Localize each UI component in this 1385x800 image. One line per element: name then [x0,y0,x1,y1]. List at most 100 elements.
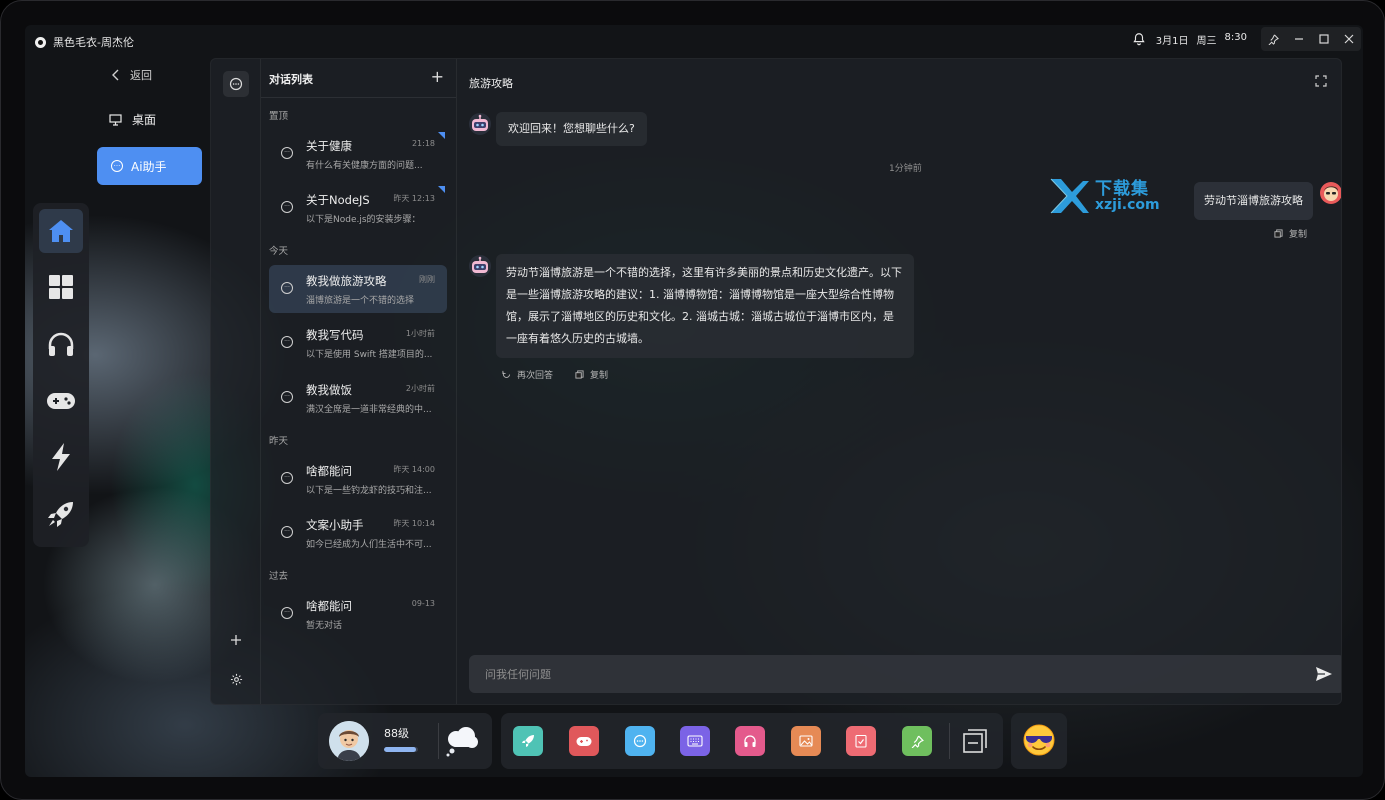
fullscreen-icon[interactable] [1315,75,1327,87]
home-icon[interactable] [39,209,83,253]
send-icon[interactable] [1315,666,1333,682]
copy-user-message-button[interactable]: 复制 [1274,227,1307,240]
user-level: 88级 [384,727,409,740]
back-button[interactable]: 返回 [111,67,152,83]
image-icon[interactable] [791,726,821,756]
conversation-snippet: 以下是Node.js的安装步骤： [306,215,421,225]
section-pinned: 置顶 [269,111,289,122]
now-playing[interactable]: 黑色毛衣-周杰伦 [35,34,134,50]
monitor-icon [109,113,122,126]
apps-grid-icon[interactable] [39,265,83,309]
minimize-icon[interactable] [1286,27,1311,51]
user-message-bubble: 劳动节淄博旅游攻略 [1194,182,1313,220]
chat-bubble-icon: ··· [281,336,293,348]
conversation-title: 啥都能问 [306,464,352,478]
settings-gear-icon[interactable] [223,666,249,692]
conversation-item[interactable]: ··· 啥都能问 昨天 14:00 以下是一些钓龙虾的技巧和注... [269,455,447,503]
screen: 黑色毛衣-周杰伦 3月1日 周三 8:30 返回 桌面 ··· Ai助手 对话列… [25,25,1363,777]
pinned-marker [438,186,445,193]
section-today: 今天 [269,246,289,257]
conversation-title: 关于健康 [306,139,352,153]
watermark-logo: 下载集 xzji.com [1047,177,1160,215]
headphones-icon[interactable] [39,322,83,366]
time: 8:30 [1224,31,1247,43]
watermark-cn: 下载集 [1095,178,1149,199]
conversation-snippet: 暂无对话 [306,621,343,631]
chat-input-bar [469,655,1341,693]
new-chat-plus-icon[interactable] [223,627,249,653]
level-progress-fill [384,747,417,752]
pinned-marker [438,132,445,139]
conversation-time: 刚刚 [419,275,435,284]
conversation-item[interactable]: ··· 关于NodeJS 昨天 12:13 以下是Node.js的安装步骤： [269,184,447,232]
avatar[interactable] [329,721,369,761]
conversation-item-active[interactable]: ··· 教我做旅游攻略 刚刚 淄博旅游是一个不错的选择 [269,265,447,313]
section-past: 过去 [269,571,289,582]
chat-bubble-icon: ··· [281,201,293,213]
left-dock [33,203,89,547]
window-controls [1261,27,1361,51]
recent-apps-icon[interactable] [961,727,989,759]
chat-bubble-icon: ··· [111,160,123,172]
chat-bubble-icon: ··· [281,282,293,294]
cloud-thought-icon[interactable] [444,725,480,761]
profile-dock: 88级 [318,713,492,769]
checklist-icon[interactable] [846,726,876,756]
copy-bot-reply-button[interactable]: 复制 [575,368,608,381]
regenerate-button[interactable]: 再次回答 [502,368,553,381]
user-message-text: 劳动节淄博旅游攻略 [1204,194,1303,207]
conversation-title: 教我做饭 [306,383,352,397]
conversation-item[interactable]: ··· 啥都能问 09-13 暂无对话 [269,590,447,638]
emoji-dock [1011,713,1067,769]
rocket-icon[interactable] [39,492,83,536]
conversations-icon[interactable] [223,71,249,97]
keyboard-icon[interactable] [680,726,710,756]
copy-label: 复制 [590,371,609,381]
bell-icon[interactable] [1132,32,1146,46]
headphones-icon[interactable] [735,726,765,756]
conversation-item[interactable]: ··· 教我做饭 2小时前 满汉全席是一道非常经典的中... [269,374,447,422]
pin-icon[interactable] [902,726,932,756]
conversation-snippet: 有什么有关健康方面的问题... [306,161,423,171]
add-conversation-button[interactable]: + [431,67,444,86]
bot-message-bubble: 欢迎回来！您想聊些什么? [496,112,647,146]
ai-assistant-panel: 对话列表 + 置顶 ··· 关于健康 21:18 有什么有关健康方面的问题...… [210,58,1342,705]
gamepad-icon[interactable] [39,379,83,423]
conversation-item[interactable]: ··· 教我写代码 1小时前 以下是使用 Swift 搭建项目的... [269,319,447,367]
nav-item-desktop[interactable]: 桌面 [109,111,156,128]
rocket-icon[interactable] [513,726,543,756]
gamepad-icon[interactable] [569,726,599,756]
copy-label: 复制 [1289,230,1308,240]
chat-bubble-icon: ··· [281,147,293,159]
conversation-item[interactable]: ··· 关于健康 21:18 有什么有关健康方面的问题... [269,130,447,178]
conversation-list-title: 对话列表 [269,73,313,86]
conversation-list: 对话列表 + 置顶 ··· 关于健康 21:18 有什么有关健康方面的问题...… [261,59,457,704]
datetime: 3月1日 周三 8:30 [1156,32,1247,47]
conversation-snippet: 以下是一些钓龙虾的技巧和注... [306,486,432,496]
lightning-icon[interactable] [39,435,83,479]
divider [949,723,950,759]
conversation-snippet: 以下是使用 Swift 搭建项目的... [306,350,433,360]
maximize-icon[interactable] [1311,27,1336,51]
chat-bubble-icon: ··· [281,526,293,538]
conversation-time: 21:18 [411,139,435,148]
conversation-item[interactable]: ··· 文案小助手 昨天 10:14 如今已经成为人们生活中不可... [269,509,447,557]
weekday: 周三 [1196,35,1217,47]
status-bar: 黑色毛衣-周杰伦 3月1日 周三 8:30 [25,25,1363,57]
chat-icon[interactable] [625,726,655,756]
chat-input[interactable] [485,665,1265,683]
chat-bubble-icon: ··· [281,472,293,484]
chat-title: 旅游攻略 [469,77,513,90]
nav-item-ai-label: Ai助手 [131,159,167,174]
conversation-title: 啥都能问 [306,599,352,613]
watermark-x-icon [1050,178,1089,214]
regenerate-label: 再次回答 [517,371,554,381]
pin-window-icon[interactable] [1261,27,1286,51]
user-avatar [1320,182,1341,204]
cool-emoji-icon[interactable] [1022,723,1056,761]
chat-bubble-icon: ··· [281,607,293,619]
close-icon[interactable] [1336,27,1361,51]
chevron-left-icon [112,69,119,81]
nav-item-ai-assistant[interactable]: ··· Ai助手 [97,147,202,185]
refresh-icon [502,370,511,378]
